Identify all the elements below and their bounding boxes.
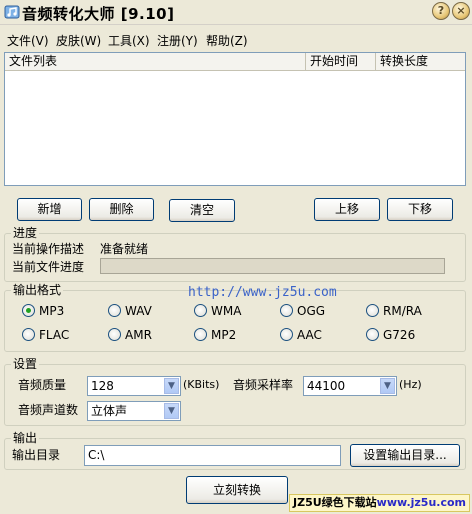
file-list[interactable]: 文件列表 开始时间 转换长度: [4, 52, 466, 186]
radio-rm-ra-label: RM/RA: [383, 304, 422, 318]
column-convert-length[interactable]: 转换长度: [376, 53, 465, 70]
radio-wav[interactable]: [108, 304, 121, 317]
quality-select[interactable]: 128 ▼: [87, 376, 181, 396]
menu-tools[interactable]: 工具(X): [108, 32, 150, 49]
radio-mp3[interactable]: [22, 304, 35, 317]
file-progress-bar: [100, 258, 445, 274]
site-banner-url: www.jz5u.com: [376, 496, 466, 509]
radio-wma[interactable]: [194, 304, 207, 317]
minimize-button[interactable]: ?: [432, 2, 450, 20]
quality-unit: (KBits): [183, 378, 220, 391]
watermark-url: http://www.jz5u.com: [188, 285, 337, 300]
channels-select[interactable]: 立体声 ▼: [87, 401, 181, 421]
radio-mp2-label: MP2: [211, 328, 237, 342]
app-window: 音频转化大师 [9.10] ? × 文件(V) 皮肤(W) 工具(X) 注册(Y…: [0, 0, 472, 514]
delete-button[interactable]: 删除: [89, 198, 154, 221]
radio-mp3-label: MP3: [39, 304, 65, 318]
column-file-list[interactable]: 文件列表: [5, 53, 306, 70]
sample-rate-label: 音频采样率: [233, 378, 294, 392]
radio-mp2[interactable]: [194, 328, 207, 341]
radio-amr-label: AMR: [125, 328, 152, 342]
app-music-icon: [4, 5, 20, 19]
add-button[interactable]: 新增: [17, 198, 82, 221]
clear-button[interactable]: 清空: [169, 199, 235, 222]
output-dir-label: 输出目录: [12, 448, 61, 462]
move-up-button[interactable]: 上移: [314, 198, 380, 221]
column-start-time[interactable]: 开始时间: [306, 53, 376, 70]
quality-select-value: 128: [91, 379, 114, 393]
site-banner: JZ5U绿色下载站www.jz5u.com: [289, 494, 470, 512]
radio-aac-label: AAC: [297, 328, 322, 342]
output-group-label: 输出: [11, 431, 40, 445]
radio-rm-ra[interactable]: [366, 304, 379, 317]
chevron-down-icon[interactable]: ▼: [164, 378, 179, 394]
file-list-body[interactable]: [5, 70, 465, 185]
sample-rate-select-value: 44100: [307, 379, 346, 393]
channels-select-value: 立体声: [91, 404, 128, 418]
radio-amr[interactable]: [108, 328, 121, 341]
convert-now-button[interactable]: 立刻转换: [186, 476, 288, 504]
radio-wav-label: WAV: [125, 304, 152, 318]
set-output-dir-button[interactable]: 设置输出目录...: [350, 444, 460, 467]
radio-ogg[interactable]: [280, 304, 293, 317]
radio-flac[interactable]: [22, 328, 35, 341]
menu-bar: 文件(V) 皮肤(W) 工具(X) 注册(Y) 帮助(Z): [0, 29, 472, 49]
chevron-down-icon[interactable]: ▼: [380, 378, 395, 394]
radio-wma-label: WMA: [211, 304, 242, 318]
radio-aac[interactable]: [280, 328, 293, 341]
radio-flac-label: FLAC: [39, 328, 70, 342]
output-dir-input[interactable]: C:\: [84, 445, 341, 466]
title-bar[interactable]: 音频转化大师 [9.10] ? ×: [0, 0, 472, 25]
chevron-down-icon[interactable]: ▼: [164, 403, 179, 419]
sample-rate-unit: (Hz): [399, 378, 422, 391]
move-down-button[interactable]: 下移: [387, 198, 453, 221]
menu-file[interactable]: 文件(V): [7, 32, 49, 49]
file-progress-label: 当前文件进度: [12, 260, 85, 274]
close-button[interactable]: ×: [452, 2, 470, 20]
window-title: 音频转化大师 [9.10]: [22, 5, 175, 23]
operation-desc-label: 当前操作描述: [12, 242, 85, 256]
quality-label: 音频质量: [18, 378, 67, 392]
menu-help[interactable]: 帮助(Z): [206, 32, 248, 49]
output-dir-value: C:\: [88, 448, 105, 462]
menu-register[interactable]: 注册(Y): [157, 32, 198, 49]
file-list-header: 文件列表 开始时间 转换长度: [5, 53, 465, 71]
radio-g726[interactable]: [366, 328, 379, 341]
progress-group-label: 进度: [11, 226, 40, 240]
menu-skin[interactable]: 皮肤(W): [56, 32, 101, 49]
radio-ogg-label: OGG: [297, 304, 326, 318]
settings-group-label: 设置: [11, 357, 40, 371]
operation-desc-value: 准备就绪: [100, 242, 149, 256]
sample-rate-select[interactable]: 44100 ▼: [303, 376, 397, 396]
channels-label: 音频声道数: [18, 403, 79, 417]
site-banner-name: JZ5U绿色下载站: [293, 496, 377, 509]
output-format-group-label: 输出格式: [11, 283, 64, 297]
radio-g726-label: G726: [383, 328, 416, 342]
